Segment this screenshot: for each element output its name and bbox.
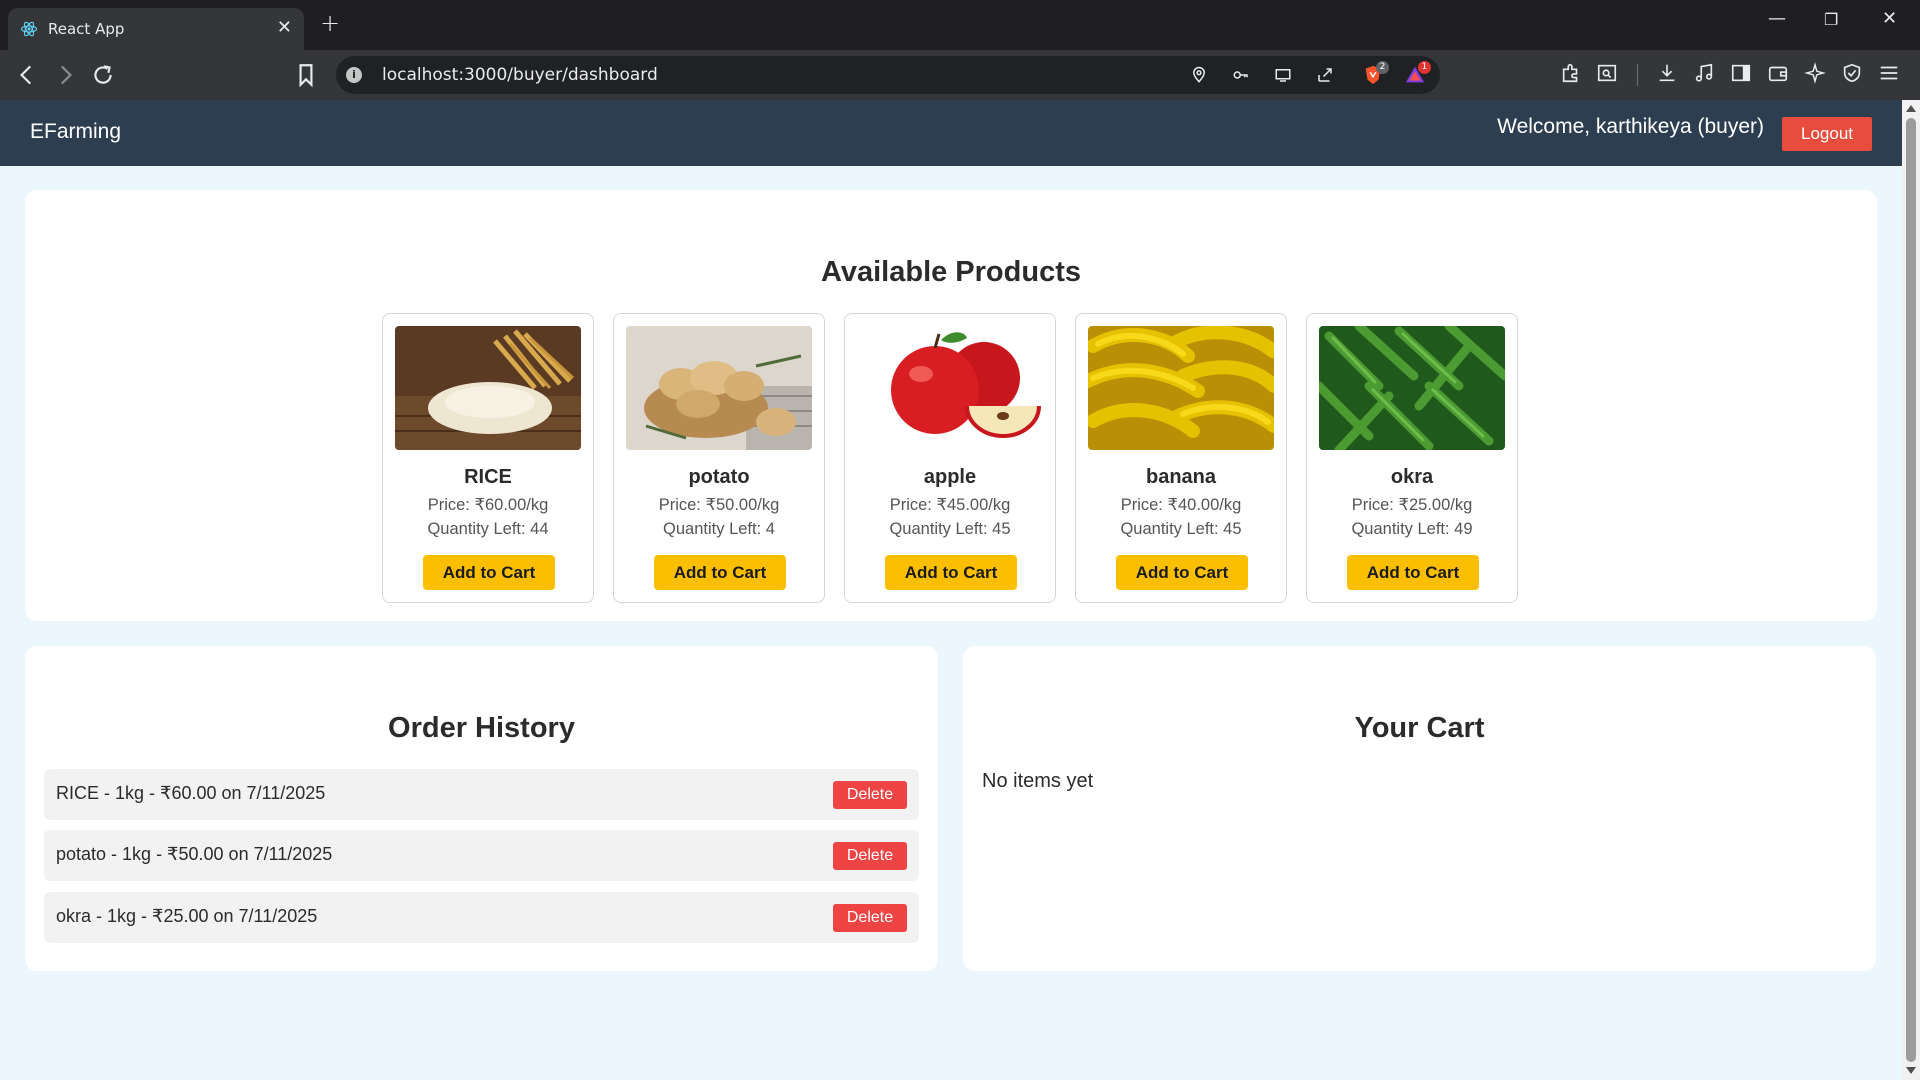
window-close-icon[interactable]: ✕: [1882, 8, 1897, 29]
tab-title: React App: [48, 20, 125, 38]
share-icon[interactable]: [1316, 66, 1334, 84]
banana-image: [1088, 326, 1274, 450]
order-text: potato - 1kg - ₹50.00 on 7/11/2025: [56, 844, 333, 864]
tab-close-icon[interactable]: ✕: [277, 17, 292, 38]
reload-icon[interactable]: [90, 62, 116, 88]
cart-empty-message: No items yet: [982, 770, 1094, 792]
delete-order-button[interactable]: Delete: [833, 781, 907, 809]
sidebar-icon[interactable]: [1730, 62, 1752, 84]
forward-icon[interactable]: [52, 62, 78, 88]
product-card-banana: banana Price: ₹40.00/kg Quantity Left: 4…: [1075, 313, 1287, 603]
product-name: potato: [688, 466, 750, 488]
product-price: Price: ₹40.00/kg: [1120, 496, 1242, 514]
browser-tab-bar: React App ✕ + — ❐ ✕: [0, 0, 1920, 50]
add-to-cart-button[interactable]: Add to Cart: [423, 555, 555, 590]
bookmark-icon[interactable]: [293, 62, 319, 88]
cart-section: Your Cart No items yet: [963, 646, 1876, 971]
order-row: okra - 1kg - ₹25.00 on 7/11/2025 Delete: [44, 892, 919, 943]
product-price: Price: ₹60.00/kg: [427, 496, 549, 514]
order-history-section: Order History RICE - 1kg - ₹60.00 on 7/1…: [25, 646, 938, 971]
key-icon[interactable]: [1232, 66, 1250, 84]
leo-ai-icon[interactable]: [1804, 62, 1826, 84]
react-logo-icon: [20, 21, 38, 37]
order-text: okra - 1kg - ₹25.00 on 7/11/2025: [56, 906, 318, 926]
product-name: apple: [923, 466, 977, 488]
potato-image: [626, 326, 812, 450]
toolbar-divider: [1637, 64, 1638, 86]
product-card-okra: okra Price: ₹25.00/kg Quantity Left: 49 …: [1306, 313, 1518, 603]
product-quantity: Quantity Left: 4: [663, 520, 775, 538]
scroll-up-icon[interactable]: [1906, 105, 1916, 112]
delete-order-button[interactable]: Delete: [833, 904, 907, 932]
add-to-cart-button[interactable]: Add to Cart: [1347, 555, 1479, 590]
product-name: okra: [1390, 466, 1434, 488]
product-quantity: Quantity Left: 49: [1351, 520, 1473, 538]
cast-icon[interactable]: [1274, 66, 1292, 84]
delete-order-button[interactable]: Delete: [833, 842, 907, 870]
products-section: Available Products RICE Price: ₹60.00/kg…: [25, 190, 1877, 621]
minimize-icon[interactable]: —: [1768, 8, 1786, 29]
page-scrollbar[interactable]: [1902, 100, 1920, 1080]
app-navbar: EFarming Welcome, karthikeya (buyer) Log…: [0, 100, 1902, 166]
order-row: RICE - 1kg - ₹60.00 on 7/11/2025 Delete: [44, 769, 919, 820]
products-title: Available Products: [820, 256, 1081, 288]
add-to-cart-button[interactable]: Add to Cart: [885, 555, 1017, 590]
site-info-icon[interactable]: i: [346, 67, 362, 83]
url-text[interactable]: localhost:3000/buyer/dashboard: [382, 65, 658, 85]
cart-title: Your Cart: [1354, 712, 1485, 744]
restore-icon[interactable]: ❐: [1824, 10, 1838, 29]
product-card-apple: apple Price: ₹45.00/kg Quantity Left: 45…: [844, 313, 1056, 603]
location-icon[interactable]: [1190, 66, 1208, 84]
product-price: Price: ₹25.00/kg: [1351, 496, 1473, 514]
logout-button[interactable]: Logout: [1782, 117, 1872, 151]
page-search-icon[interactable]: [1596, 62, 1618, 84]
download-icon[interactable]: [1656, 62, 1678, 84]
welcome-message: Welcome, karthikeya (buyer): [1497, 115, 1764, 138]
product-name: RICE: [464, 466, 512, 488]
scroll-thumb[interactable]: [1906, 118, 1916, 1062]
vpn-shield-icon[interactable]: [1841, 62, 1863, 84]
order-history-title: Order History: [388, 712, 575, 744]
add-to-cart-button[interactable]: Add to Cart: [1116, 555, 1248, 590]
brave-shield-count: 2: [1376, 61, 1389, 74]
product-card-rice: RICE Price: ₹60.00/kg Quantity Left: 44 …: [382, 313, 594, 603]
product-quantity: Quantity Left: 44: [427, 520, 549, 538]
back-icon[interactable]: [14, 62, 40, 88]
product-card-potato: potato Price: ₹50.00/kg Quantity Left: 4…: [613, 313, 825, 603]
order-row: potato - 1kg - ₹50.00 on 7/11/2025 Delet…: [44, 830, 919, 881]
address-bar[interactable]: i localhost:3000/buyer/dashboard 2 1: [336, 56, 1440, 94]
order-text: RICE - 1kg - ₹60.00 on 7/11/2025: [56, 783, 326, 803]
rice-image: [395, 326, 581, 450]
wallet-icon[interactable]: [1767, 62, 1789, 84]
product-quantity: Quantity Left: 45: [889, 520, 1011, 538]
product-price: Price: ₹50.00/kg: [658, 496, 780, 514]
scroll-down-icon[interactable]: [1906, 1067, 1916, 1074]
music-icon[interactable]: [1693, 62, 1715, 84]
product-name: banana: [1145, 466, 1217, 488]
brand-logo[interactable]: EFarming: [30, 120, 121, 144]
extensions-icon[interactable]: [1560, 62, 1582, 84]
product-quantity: Quantity Left: 45: [1120, 520, 1242, 538]
page-viewport: EFarming Welcome, karthikeya (buyer) Log…: [0, 100, 1902, 1080]
menu-icon[interactable]: [1878, 62, 1900, 84]
okra-image: [1319, 326, 1505, 450]
add-to-cart-button[interactable]: Add to Cart: [654, 555, 786, 590]
apple-image: [857, 326, 1043, 450]
browser-toolbar: i localhost:3000/buyer/dashboard 2 1: [0, 50, 1920, 100]
browser-tab[interactable]: React App ✕: [8, 8, 304, 50]
product-price: Price: ₹45.00/kg: [889, 496, 1011, 514]
new-tab-button[interactable]: +: [320, 9, 340, 37]
rewards-alert-count: 1: [1418, 61, 1431, 74]
